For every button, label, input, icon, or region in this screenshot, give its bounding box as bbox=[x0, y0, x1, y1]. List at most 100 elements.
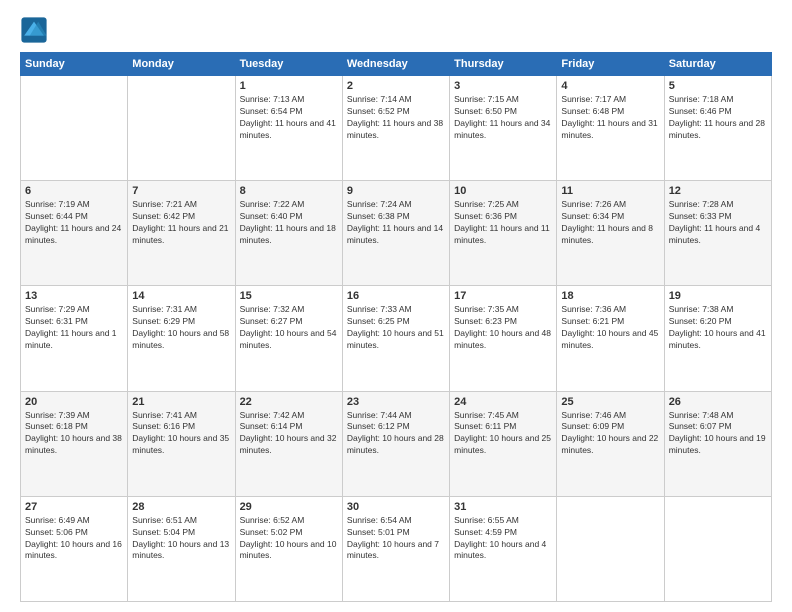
day-number: 7 bbox=[132, 185, 230, 197]
day-number: 9 bbox=[347, 185, 445, 197]
calendar-cell: 2 Sunrise: 7:14 AM Sunset: 6:52 PM Daylig… bbox=[342, 76, 449, 181]
calendar-cell: 11 Sunrise: 7:26 AM Sunset: 6:34 PM Dayli… bbox=[557, 181, 664, 286]
weekday-header: Sunday bbox=[21, 53, 128, 76]
day-info: Sunrise: 7:39 AM Sunset: 6:18 PM Dayligh… bbox=[25, 410, 123, 458]
day-number: 16 bbox=[347, 290, 445, 302]
day-info: Sunrise: 6:52 AM Sunset: 5:02 PM Dayligh… bbox=[240, 515, 338, 563]
day-info: Sunrise: 7:28 AM Sunset: 6:33 PM Dayligh… bbox=[669, 199, 767, 247]
day-info: Sunrise: 7:32 AM Sunset: 6:27 PM Dayligh… bbox=[240, 304, 338, 352]
calendar-cell: 10Sunrise: 7:25 AM Sunset: 6:36 PM Dayli… bbox=[450, 181, 557, 286]
calendar-cell: 26 Sunrise: 7:48 AM Sunset: 6:07 PM Dayli… bbox=[664, 391, 771, 496]
calendar-cell: 18 Sunrise: 7:36 AM Sunset: 6:21 PM Dayli… bbox=[557, 286, 664, 391]
weekday-header: Thursday bbox=[450, 53, 557, 76]
day-number: 5 bbox=[669, 80, 767, 92]
day-number: 31 bbox=[454, 501, 552, 513]
day-info: Sunrise: 7:33 AM Sunset: 6:25 PM Dayligh… bbox=[347, 304, 445, 352]
day-number: 26 bbox=[669, 396, 767, 408]
calendar-week-row: 1 Sunrise: 7:13 AM Sunset: 6:54 PM Daylig… bbox=[21, 76, 772, 181]
day-info: Sunrise: 7:35 AM Sunset: 6:23 PM Dayligh… bbox=[454, 304, 552, 352]
day-info: Sunrise: 7:36 AM Sunset: 6:21 PM Dayligh… bbox=[561, 304, 659, 352]
day-number: 13 bbox=[25, 290, 123, 302]
day-number: 25 bbox=[561, 396, 659, 408]
weekday-header: Saturday bbox=[664, 53, 771, 76]
day-info: Sunrise: 7:44 AM Sunset: 6:12 PM Dayligh… bbox=[347, 410, 445, 458]
logo-icon bbox=[20, 16, 48, 44]
day-info: Sunrise: 7:21 AM Sunset: 6:42 PM Dayligh… bbox=[132, 199, 230, 247]
day-number: 27 bbox=[25, 501, 123, 513]
day-info: Sunrise: 7:38 AM Sunset: 6:20 PM Dayligh… bbox=[669, 304, 767, 352]
calendar-cell bbox=[21, 76, 128, 181]
day-info: Sunrise: 7:42 AM Sunset: 6:14 PM Dayligh… bbox=[240, 410, 338, 458]
calendar-cell: 14Sunrise: 7:31 AM Sunset: 6:29 PM Dayli… bbox=[128, 286, 235, 391]
day-number: 21 bbox=[132, 396, 230, 408]
day-info: Sunrise: 6:54 AM Sunset: 5:01 PM Dayligh… bbox=[347, 515, 445, 563]
weekday-header: Tuesday bbox=[235, 53, 342, 76]
weekday-header: Wednesday bbox=[342, 53, 449, 76]
day-info: Sunrise: 7:41 AM Sunset: 6:16 PM Dayligh… bbox=[132, 410, 230, 458]
day-number: 22 bbox=[240, 396, 338, 408]
calendar-cell: 9 Sunrise: 7:24 AM Sunset: 6:38 PM Daylig… bbox=[342, 181, 449, 286]
calendar-cell: 6 Sunrise: 7:19 AM Sunset: 6:44 PM Daylig… bbox=[21, 181, 128, 286]
calendar-cell: 24Sunrise: 7:45 AM Sunset: 6:11 PM Dayli… bbox=[450, 391, 557, 496]
calendar-cell: 20Sunrise: 7:39 AM Sunset: 6:18 PM Dayli… bbox=[21, 391, 128, 496]
calendar-cell: 5 Sunrise: 7:18 AM Sunset: 6:46 PM Daylig… bbox=[664, 76, 771, 181]
calendar-cell: 27 Sunrise: 6:49 AM Sunset: 5:06 PM Dayli… bbox=[21, 496, 128, 601]
weekday-header: Friday bbox=[557, 53, 664, 76]
calendar-cell: 19 Sunrise: 7:38 AM Sunset: 6:20 PM Dayli… bbox=[664, 286, 771, 391]
day-info: Sunrise: 6:49 AM Sunset: 5:06 PM Dayligh… bbox=[25, 515, 123, 563]
day-info: Sunrise: 7:18 AM Sunset: 6:46 PM Dayligh… bbox=[669, 94, 767, 142]
calendar-cell: 8 Sunrise: 7:22 AM Sunset: 6:40 PM Daylig… bbox=[235, 181, 342, 286]
calendar-cell: 7 Sunrise: 7:21 AM Sunset: 6:42 PM Daylig… bbox=[128, 181, 235, 286]
day-number: 2 bbox=[347, 80, 445, 92]
calendar-cell: 29 Sunrise: 6:52 AM Sunset: 5:02 PM Dayli… bbox=[235, 496, 342, 601]
day-number: 11 bbox=[561, 185, 659, 197]
weekday-header: Monday bbox=[128, 53, 235, 76]
day-number: 6 bbox=[25, 185, 123, 197]
calendar-cell: 28Sunrise: 6:51 AM Sunset: 5:04 PM Dayli… bbox=[128, 496, 235, 601]
day-number: 3 bbox=[454, 80, 552, 92]
day-number: 15 bbox=[240, 290, 338, 302]
calendar-cell: 1 Sunrise: 7:13 AM Sunset: 6:54 PM Daylig… bbox=[235, 76, 342, 181]
calendar-cell: 30Sunrise: 6:54 AM Sunset: 5:01 PM Dayli… bbox=[342, 496, 449, 601]
calendar-week-row: 13 Sunrise: 7:29 AM Sunset: 6:31 PM Dayli… bbox=[21, 286, 772, 391]
calendar-cell bbox=[664, 496, 771, 601]
calendar-week-row: 20Sunrise: 7:39 AM Sunset: 6:18 PM Dayli… bbox=[21, 391, 772, 496]
calendar-cell: 3 Sunrise: 7:15 AM Sunset: 6:50 PM Daylig… bbox=[450, 76, 557, 181]
day-info: Sunrise: 7:13 AM Sunset: 6:54 PM Dayligh… bbox=[240, 94, 338, 142]
day-number: 23 bbox=[347, 396, 445, 408]
calendar-table: SundayMondayTuesdayWednesdayThursdayFrid… bbox=[20, 52, 772, 602]
calendar-cell: 21 Sunrise: 7:41 AM Sunset: 6:16 PM Dayli… bbox=[128, 391, 235, 496]
day-info: Sunrise: 7:48 AM Sunset: 6:07 PM Dayligh… bbox=[669, 410, 767, 458]
calendar-cell: 25 Sunrise: 7:46 AM Sunset: 6:09 PM Dayli… bbox=[557, 391, 664, 496]
day-info: Sunrise: 6:51 AM Sunset: 5:04 PM Dayligh… bbox=[132, 515, 230, 563]
calendar-cell: 17 Sunrise: 7:35 AM Sunset: 6:23 PM Dayli… bbox=[450, 286, 557, 391]
calendar-cell: 16 Sunrise: 7:33 AM Sunset: 6:25 PM Dayli… bbox=[342, 286, 449, 391]
day-number: 18 bbox=[561, 290, 659, 302]
day-number: 14 bbox=[132, 290, 230, 302]
day-info: Sunrise: 7:17 AM Sunset: 6:48 PM Dayligh… bbox=[561, 94, 659, 142]
calendar-cell: 12Sunrise: 7:28 AM Sunset: 6:33 PM Dayli… bbox=[664, 181, 771, 286]
day-info: Sunrise: 7:22 AM Sunset: 6:40 PM Dayligh… bbox=[240, 199, 338, 247]
calendar-cell: 31 Sunrise: 6:55 AM Sunset: 4:59 PM Dayli… bbox=[450, 496, 557, 601]
calendar-header-row: SundayMondayTuesdayWednesdayThursdayFrid… bbox=[21, 53, 772, 76]
day-number: 29 bbox=[240, 501, 338, 513]
day-info: Sunrise: 7:46 AM Sunset: 6:09 PM Dayligh… bbox=[561, 410, 659, 458]
day-number: 24 bbox=[454, 396, 552, 408]
day-number: 19 bbox=[669, 290, 767, 302]
calendar-cell: 15 Sunrise: 7:32 AM Sunset: 6:27 PM Dayli… bbox=[235, 286, 342, 391]
calendar-cell: 23 Sunrise: 7:44 AM Sunset: 6:12 PM Dayli… bbox=[342, 391, 449, 496]
day-info: Sunrise: 7:14 AM Sunset: 6:52 PM Dayligh… bbox=[347, 94, 445, 142]
header bbox=[20, 16, 772, 44]
day-info: Sunrise: 6:55 AM Sunset: 4:59 PM Dayligh… bbox=[454, 515, 552, 563]
day-number: 8 bbox=[240, 185, 338, 197]
day-info: Sunrise: 7:26 AM Sunset: 6:34 PM Dayligh… bbox=[561, 199, 659, 247]
calendar-cell: 13 Sunrise: 7:29 AM Sunset: 6:31 PM Dayli… bbox=[21, 286, 128, 391]
day-info: Sunrise: 7:29 AM Sunset: 6:31 PM Dayligh… bbox=[25, 304, 123, 352]
calendar-cell: 4Sunrise: 7:17 AM Sunset: 6:48 PM Daylig… bbox=[557, 76, 664, 181]
day-number: 1 bbox=[240, 80, 338, 92]
day-number: 17 bbox=[454, 290, 552, 302]
day-info: Sunrise: 7:19 AM Sunset: 6:44 PM Dayligh… bbox=[25, 199, 123, 247]
day-info: Sunrise: 7:15 AM Sunset: 6:50 PM Dayligh… bbox=[454, 94, 552, 142]
day-info: Sunrise: 7:24 AM Sunset: 6:38 PM Dayligh… bbox=[347, 199, 445, 247]
logo bbox=[20, 16, 52, 44]
